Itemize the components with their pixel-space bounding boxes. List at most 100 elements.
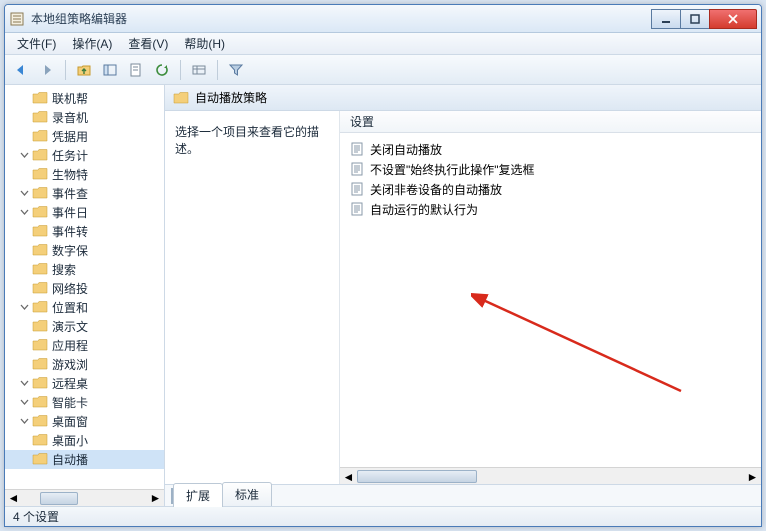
expand-icon[interactable]	[19, 188, 30, 199]
expand-icon[interactable]	[19, 416, 30, 427]
tree-item[interactable]: 事件转	[5, 222, 164, 241]
up-button[interactable]	[72, 58, 96, 82]
expand-icon[interactable]	[19, 226, 30, 237]
expand-icon[interactable]	[19, 454, 30, 465]
tree-item-label: 凭据用	[52, 128, 88, 145]
folder-icon	[173, 91, 189, 104]
setting-label: 关闭自动播放	[370, 141, 442, 158]
expand-icon[interactable]	[19, 302, 30, 313]
tree-item[interactable]: 录音机	[5, 108, 164, 127]
setting-label: 不设置"始终执行此操作"复选框	[370, 161, 535, 178]
expand-icon[interactable]	[19, 169, 30, 180]
app-window: 本地组策略编辑器 文件(F) 操作(A) 查看(V) 帮助(H) 联机帮录音机凭…	[4, 4, 762, 527]
list-column-header[interactable]: 设置	[340, 111, 761, 133]
folder-icon	[32, 110, 52, 126]
folder-icon	[32, 433, 52, 449]
folder-icon	[32, 414, 52, 430]
tree-item[interactable]: 数字保	[5, 241, 164, 260]
filter-button[interactable]	[224, 58, 248, 82]
expand-icon[interactable]	[19, 359, 30, 370]
content-header: 自动播放策略	[165, 85, 761, 111]
expand-icon[interactable]	[19, 207, 30, 218]
tree-item[interactable]: 演示文	[5, 317, 164, 336]
tree-item-label: 应用程	[52, 337, 88, 354]
tree-item[interactable]: 远程桌	[5, 374, 164, 393]
expand-icon[interactable]	[19, 150, 30, 161]
expand-icon[interactable]	[19, 131, 30, 142]
tree-item[interactable]: 网络投	[5, 279, 164, 298]
folder-icon	[32, 129, 52, 145]
settings-list: 设置 关闭自动播放不设置"始终执行此操作"复选框关闭非卷设备的自动播放自动运行的…	[340, 111, 761, 484]
scroll-left-icon[interactable]: ◄	[340, 468, 357, 485]
setting-label: 关闭非卷设备的自动播放	[370, 181, 502, 198]
refresh-button[interactable]	[150, 58, 174, 82]
tree-item[interactable]: 桌面窗	[5, 412, 164, 431]
list-row[interactable]: 不设置"始终执行此操作"复选框	[346, 159, 755, 179]
expand-icon[interactable]	[19, 397, 30, 408]
folder-icon	[32, 395, 52, 411]
menu-view[interactable]: 查看(V)	[120, 33, 176, 54]
tree-item[interactable]: 事件日	[5, 203, 164, 222]
scroll-left-icon[interactable]: ◄	[5, 491, 22, 506]
tab-standard[interactable]: 标准	[222, 482, 272, 506]
tab-extended[interactable]: 扩展	[173, 483, 223, 507]
tree-item[interactable]: 凭据用	[5, 127, 164, 146]
folder-icon	[32, 319, 52, 335]
tree-item-label: 智能卡	[52, 394, 88, 411]
export-list-button[interactable]	[187, 58, 211, 82]
tree-item[interactable]: 搜索	[5, 260, 164, 279]
maximize-button[interactable]	[680, 9, 710, 29]
titlebar[interactable]: 本地组策略编辑器	[5, 5, 761, 33]
tree-item-label: 事件转	[52, 223, 88, 240]
tree-item-label: 演示文	[52, 318, 88, 335]
tree-item[interactable]: 智能卡	[5, 393, 164, 412]
expand-icon[interactable]	[19, 112, 30, 123]
tree-item[interactable]: 游戏浏	[5, 355, 164, 374]
expand-icon[interactable]	[19, 93, 30, 104]
folder-icon	[32, 281, 52, 297]
expand-icon[interactable]	[19, 378, 30, 389]
menu-action[interactable]: 操作(A)	[64, 33, 120, 54]
close-button[interactable]	[709, 9, 757, 29]
scroll-thumb[interactable]	[40, 492, 78, 505]
policy-icon	[350, 142, 364, 156]
scroll-right-icon[interactable]: ►	[744, 468, 761, 485]
show-hide-tree-button[interactable]	[98, 58, 122, 82]
folder-icon	[32, 243, 52, 259]
tree-pane[interactable]: 联机帮录音机凭据用任务计生物特事件查事件日事件转数字保搜索网络投位置和演示文应用…	[5, 85, 165, 506]
tree-item[interactable]: 应用程	[5, 336, 164, 355]
menu-file[interactable]: 文件(F)	[9, 33, 64, 54]
tree-hscrollbar[interactable]: ◄ ►	[5, 489, 164, 506]
folder-icon	[32, 167, 52, 183]
tree-item[interactable]: 事件查	[5, 184, 164, 203]
folder-icon	[32, 148, 52, 164]
tree-item[interactable]: 生物特	[5, 165, 164, 184]
forward-button[interactable]	[35, 58, 59, 82]
expand-icon[interactable]	[19, 340, 30, 351]
expand-icon[interactable]	[19, 245, 30, 256]
menu-help[interactable]: 帮助(H)	[176, 33, 233, 54]
properties-button[interactable]	[124, 58, 148, 82]
tree-item[interactable]: 联机帮	[5, 89, 164, 108]
list-hscrollbar[interactable]: ◄ ►	[340, 467, 761, 484]
scroll-thumb[interactable]	[357, 470, 477, 483]
expand-icon[interactable]	[19, 264, 30, 275]
scroll-right-icon[interactable]: ►	[147, 491, 164, 506]
tree-item[interactable]: 位置和	[5, 298, 164, 317]
policy-icon	[350, 202, 364, 216]
tree-item[interactable]: 自动播	[5, 450, 164, 469]
minimize-button[interactable]	[651, 9, 681, 29]
description-text: 选择一个项目来查看它的描述。	[175, 125, 319, 156]
expand-icon[interactable]	[19, 321, 30, 332]
expand-icon[interactable]	[19, 435, 30, 446]
list-row[interactable]: 关闭非卷设备的自动播放	[346, 179, 755, 199]
tree-item[interactable]: 任务计	[5, 146, 164, 165]
expand-icon[interactable]	[19, 283, 30, 294]
list-row[interactable]: 关闭自动播放	[346, 139, 755, 159]
toolbar	[5, 55, 761, 85]
list-row[interactable]: 自动运行的默认行为	[346, 199, 755, 219]
folder-icon	[32, 300, 52, 316]
folder-icon	[32, 376, 52, 392]
tree-item[interactable]: 桌面小	[5, 431, 164, 450]
back-button[interactable]	[9, 58, 33, 82]
